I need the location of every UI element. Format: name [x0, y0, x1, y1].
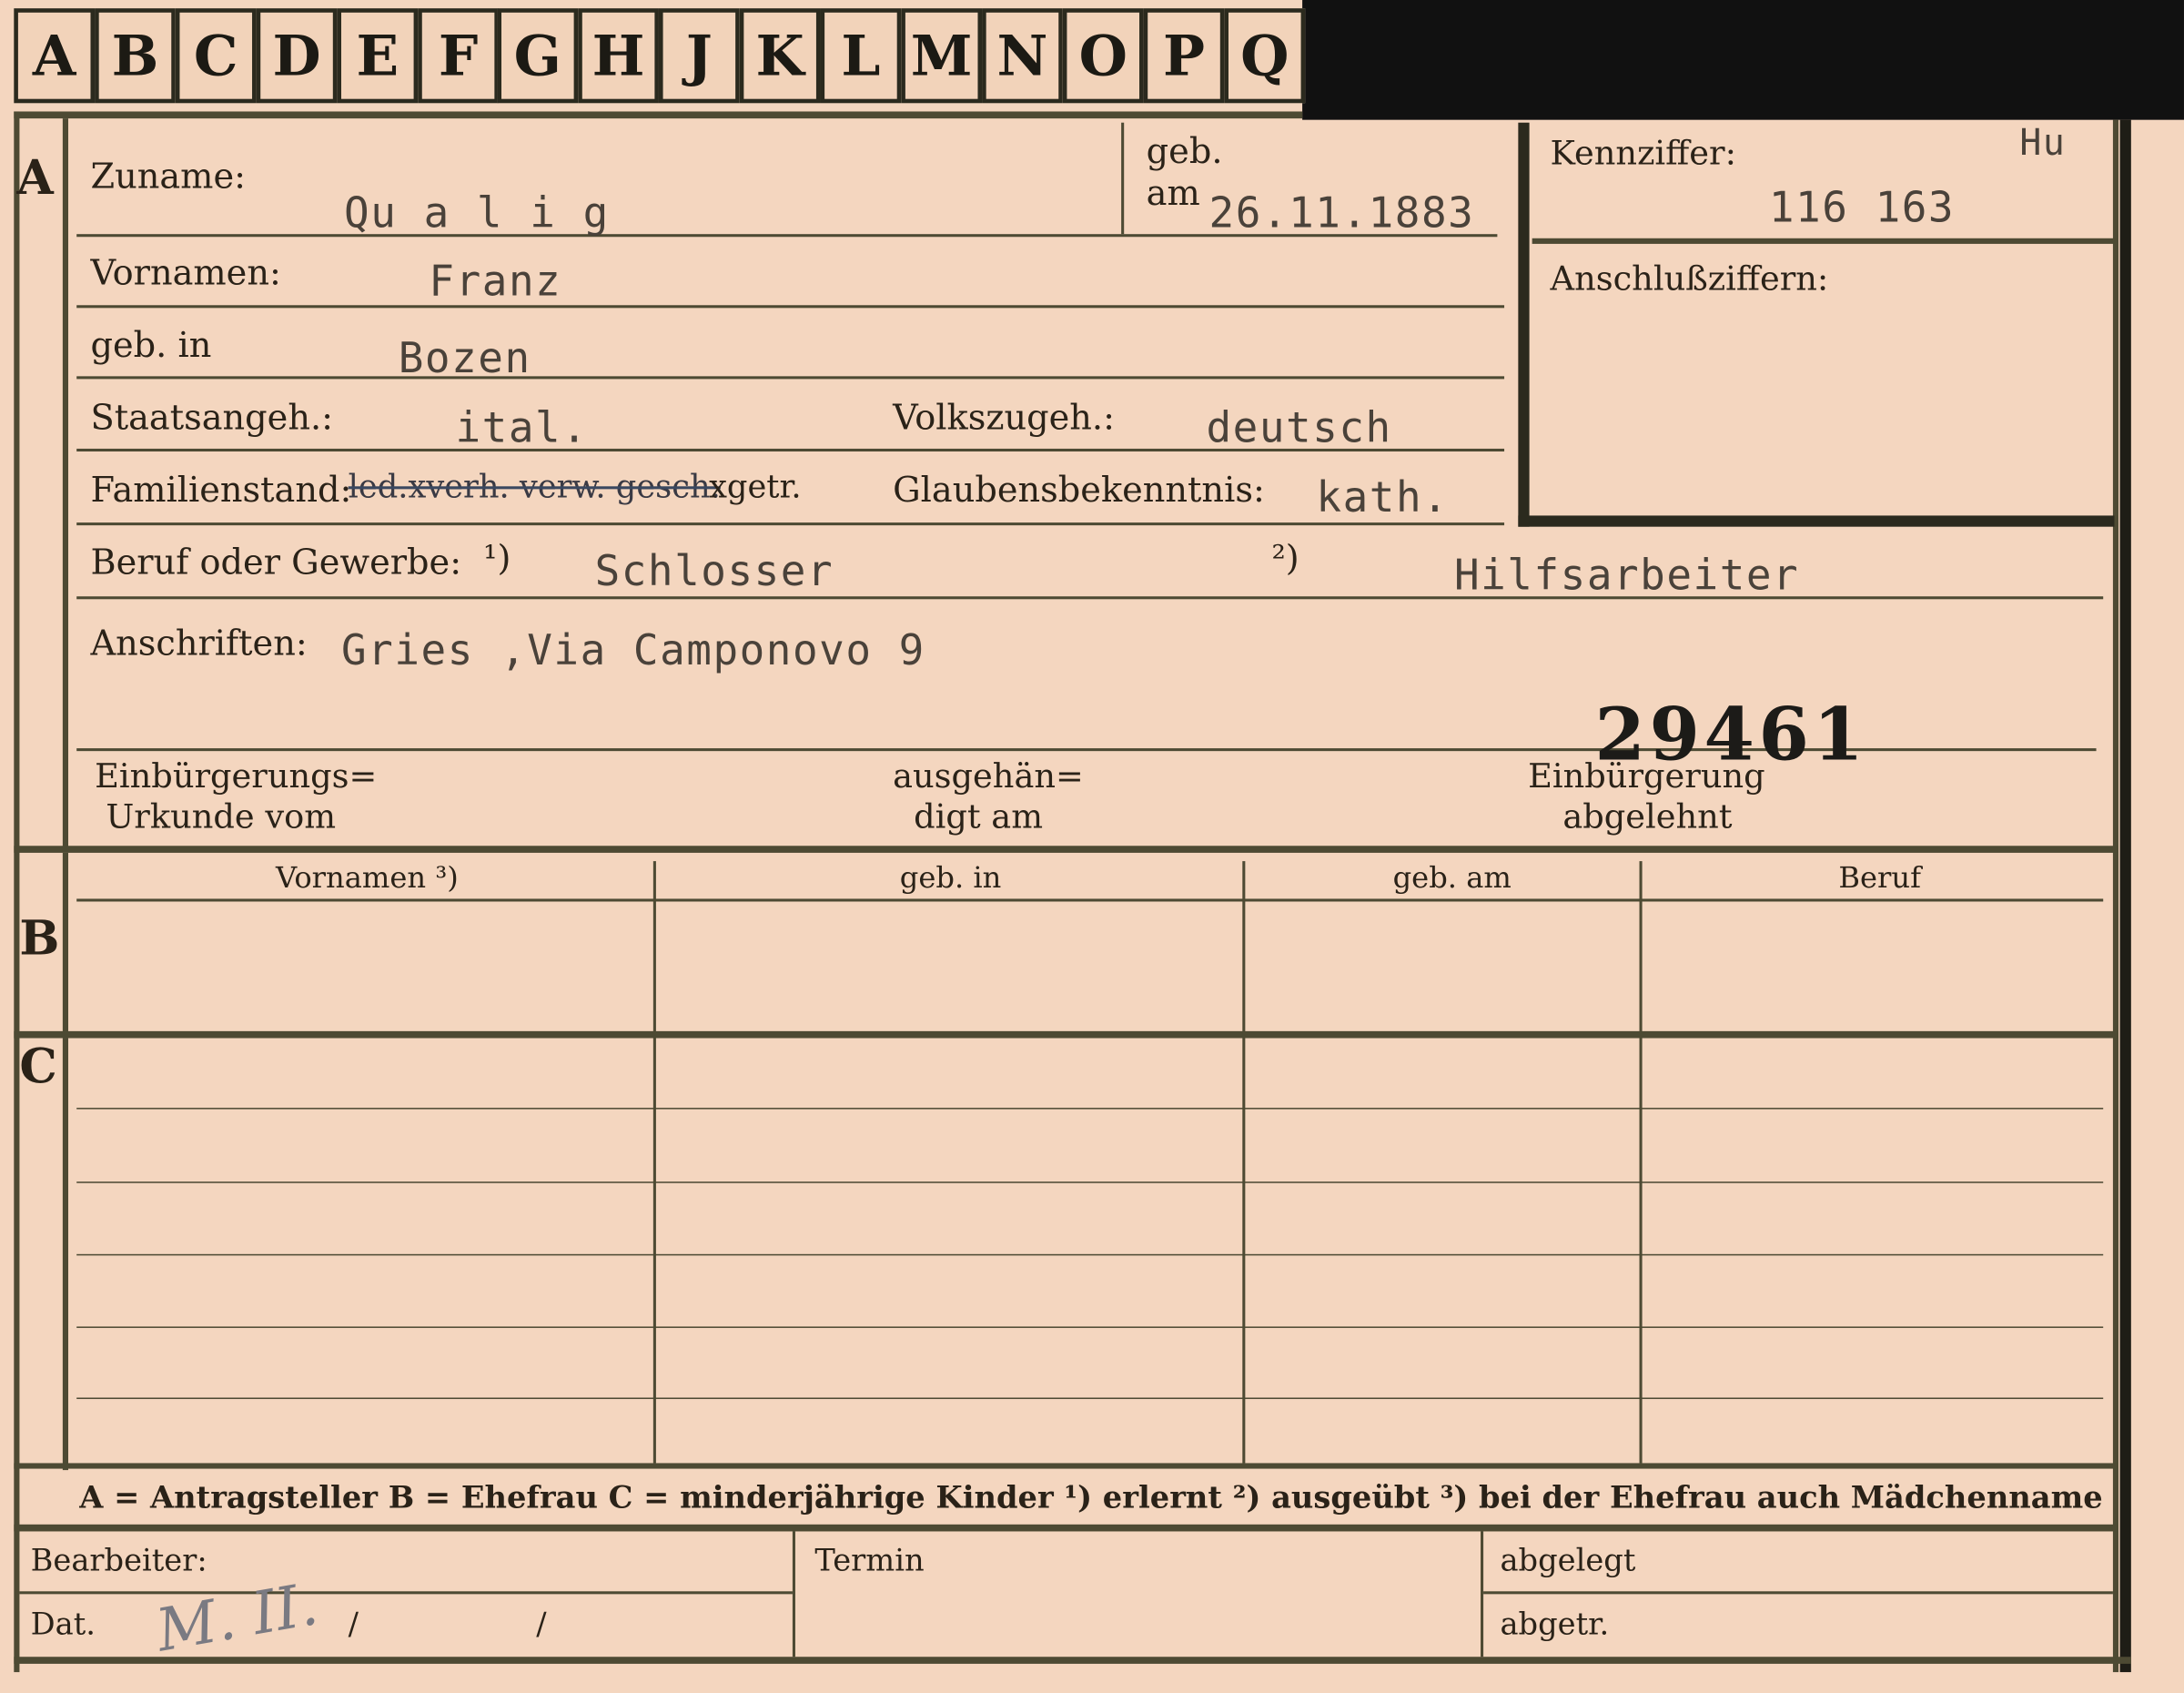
section-a-bottom [14, 846, 2118, 853]
section-c-divider [62, 1038, 68, 1471]
alphabet-tab-k[interactable]: K [739, 8, 821, 104]
dat-label: Dat. [30, 1607, 96, 1643]
footer-mid-line-right [1483, 1591, 2113, 1595]
footer-divider-1 [792, 1531, 795, 1658]
ausgehaendigt-label-1: ausgehän= [893, 756, 1084, 796]
volkszugeh-value: deutsch [1206, 403, 1392, 453]
frame-right-shadow [2119, 119, 2131, 1673]
col-vornamen-header: Vornamen ³) [276, 861, 459, 895]
section-c-row-line-4 [76, 1326, 2104, 1328]
zuname-value: Qu a l i g [344, 189, 610, 238]
vornamen-line [76, 305, 1505, 309]
anschriften-label: Anschriften: [90, 623, 308, 664]
termin-label: Termin [814, 1544, 925, 1579]
alphabet-tab-g[interactable]: G [497, 8, 579, 104]
dat-handwritten: M. II. [151, 1569, 323, 1665]
alphabet-tab-p[interactable]: P [1143, 8, 1225, 104]
glaubensbekenntnis-value: kath. [1316, 473, 1450, 523]
col-divider-3 [1639, 861, 1643, 1464]
abgelegt-label: abgelegt [1500, 1544, 1636, 1579]
record-card: ABCDEFGHJKLMNOPQ A B C Kennziffer: Hu 11… [0, 0, 2184, 1693]
alphabet-tab-m[interactable]: M [901, 8, 983, 104]
beruf-note1: ¹) [483, 537, 511, 579]
vornamen-label: Vornamen: [90, 252, 281, 293]
frame-bottom-line [14, 1657, 2131, 1664]
bearbeiter-label: Bearbeiter: [30, 1544, 207, 1579]
alphabet-tab-d[interactable]: D [256, 8, 338, 104]
col-beruf-header: Beruf [1838, 861, 1922, 895]
beruf-note2: ²) [1271, 537, 1299, 579]
col-divider-1 [652, 861, 656, 1464]
alphabet-tab-o[interactable]: O [1062, 8, 1144, 104]
alphabet-tab-c[interactable]: C [175, 8, 257, 104]
beruf-erlernt-value: Schlosser [594, 547, 834, 597]
section-letter-c: C [19, 1039, 57, 1096]
einbuergerung-label-2: abgelehnt [1562, 796, 1733, 836]
alphabet-tab-a[interactable]: A [14, 8, 96, 104]
anschlussziffern-label: Anschlußziffern: [1550, 259, 1829, 299]
section-c-row-line-5 [76, 1397, 2104, 1400]
beruf-ausgeuebt-value: Hilfsarbeiter [1453, 552, 1800, 601]
geb-am-value: 26.11.1883 [1208, 189, 1475, 238]
familienstand-line [76, 522, 1505, 526]
legend-text: A = Antragsteller B = Ehefrau C = minder… [79, 1479, 2103, 1516]
frame-left-line [14, 111, 20, 1673]
einbuergerung-label-1: Einbürgerung [1528, 756, 1765, 796]
alphabet-tab-b[interactable]: B [95, 8, 176, 104]
col-geb-in-header: geb. in [899, 861, 1002, 895]
geb-in-line [76, 376, 1505, 380]
col-geb-am-header: geb. am [1392, 861, 1512, 895]
einbuergerungsurkunde-label-2: Urkunde vom [106, 796, 337, 836]
alphabet-tab-l[interactable]: L [820, 8, 902, 104]
alphabet-tab-e[interactable]: E [337, 8, 419, 104]
volkszugeh-label: Volkszugeh.: [893, 397, 1115, 438]
familienstand-struck: led.xverh. verw. gesch. [348, 469, 721, 506]
geb-am-separator [1121, 122, 1125, 235]
familienstand-rest: xgetr. [709, 469, 802, 506]
staatsangeh-label: Staatsangeh.: [90, 397, 334, 438]
alphabet-tab-h[interactable]: H [578, 8, 659, 104]
familienstand-label: Familienstand: [90, 469, 352, 511]
frame-top-line [14, 111, 1303, 119]
section-c-bottom [14, 1463, 2118, 1469]
anschrift-value: Gries ,Via Camponovo 9 [340, 626, 925, 676]
kennziffer-code: Hu [2019, 122, 2067, 165]
ausgehaendigt-label-2: digt am [914, 796, 1044, 836]
glaubensbekenntnis-label: Glaubensbekenntnis: [893, 469, 1265, 511]
geb-label: geb. [1146, 130, 1223, 172]
section-c-row-line-2 [76, 1181, 2104, 1183]
dat-slash-2: / [536, 1607, 547, 1643]
footer-mid-line-left [19, 1591, 793, 1595]
vornamen-value: Franz [429, 258, 562, 307]
section-letter-a: A [16, 150, 54, 207]
abgetr-label: abgetr. [1500, 1607, 1610, 1643]
section-b-bottom [14, 1030, 2118, 1039]
section-b-divider [62, 852, 68, 1034]
beruf-label: Beruf oder Gewerbe: [90, 542, 462, 583]
am-label: am [1146, 172, 1200, 214]
einbuergerungsurkunde-label-1: Einbürgerungs= [95, 756, 378, 796]
section-letter-b: B [19, 911, 60, 968]
alphabet-tab-n[interactable]: N [982, 8, 1063, 104]
alphabet-tab-q[interactable]: Q [1224, 8, 1306, 104]
background-strip [1302, 0, 2184, 120]
kennziffer-divider [1532, 238, 2115, 244]
section-c-row-line-1 [76, 1108, 2104, 1110]
kennziffer-label: Kennziffer: [1550, 133, 1736, 173]
section-c-row-line-3 [76, 1253, 2104, 1256]
legend-bottom [14, 1524, 2118, 1532]
section-a-divider [62, 118, 68, 850]
section-b-header-line [76, 898, 2104, 902]
geb-in-label: geb. in [90, 324, 212, 366]
geb-in-value: Bozen [398, 334, 531, 383]
dat-slash-1: / [348, 1607, 359, 1643]
col-divider-2 [1242, 861, 1246, 1464]
kennziffer-value: 116 163 [1768, 184, 1956, 233]
alphabet-tab-f[interactable]: F [418, 8, 499, 104]
staatsangeh-value: ital. [455, 403, 589, 453]
zuname-label: Zuname: [90, 156, 247, 197]
alphabet-tab-j[interactable]: J [658, 8, 740, 104]
